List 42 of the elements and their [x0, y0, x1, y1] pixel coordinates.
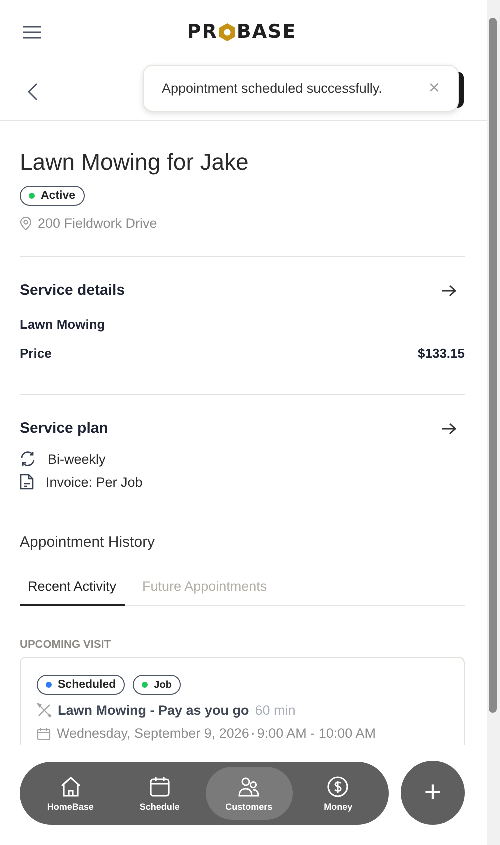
address-text: 200 Fieldwork Drive	[38, 216, 158, 231]
tag-label: Job	[154, 680, 172, 690]
document-icon	[20, 474, 34, 490]
service-title: Lawn Mowing - Pay as you go	[58, 703, 250, 718]
toast-message: Appointment scheduled successfully.	[162, 81, 382, 96]
duration-text: 60 min	[255, 703, 296, 718]
nav-item[interactable]: Schedule	[116, 767, 204, 820]
section-heading: Service details	[20, 282, 126, 299]
price-label: Price	[20, 346, 52, 361]
job-title: Lawn Mowing for Jake	[20, 149, 250, 176]
logo-text: BASE	[236, 21, 297, 43]
nut-icon	[218, 22, 236, 42]
add-button[interactable]: +	[401, 761, 465, 825]
time-text: 9:00 AM - 10:00 AM	[257, 726, 376, 741]
nav-item[interactable]: HomeBase	[27, 767, 114, 820]
plan-text: Invoice: Per Job	[46, 474, 143, 490]
date-text: Wednesday, September 9, 2026	[57, 726, 250, 741]
section-heading: Service plan	[20, 420, 108, 437]
section-label: UPCOMING VISIT	[20, 639, 112, 651]
section-heading: Appointment History	[20, 534, 156, 551]
menu-icon[interactable]	[23, 26, 41, 39]
dollar-icon	[327, 776, 350, 798]
calendar-icon	[148, 776, 171, 798]
plan-text: Bi-weekly	[48, 452, 106, 466]
tag-label: Scheduled	[58, 679, 116, 691]
separator-dot	[252, 732, 254, 734]
repeat-icon	[20, 451, 36, 467]
status-label: Active	[41, 190, 76, 202]
nav-item[interactable]: Customers	[206, 767, 293, 820]
tab[interactable]: Recent Activity	[20, 579, 125, 606]
arrow-right-icon[interactable]	[441, 422, 457, 434]
service-name: Lawn Mowing	[20, 317, 106, 332]
calendar-icon	[37, 726, 51, 740]
visit-card[interactable]: Scheduled Job Lawn Mowing - Pay as you go 60 min Wednesday, September 9, 2026 9:00 AM - 10:00 AM	[20, 657, 465, 745]
price-value: $133.15	[418, 346, 465, 361]
logo-text: PR	[187, 21, 218, 43]
nav-item[interactable]: Money	[294, 767, 382, 820]
home-icon	[60, 776, 82, 798]
people-icon	[238, 776, 260, 798]
back-icon[interactable]	[28, 83, 38, 101]
arrow-right-icon[interactable]	[441, 284, 457, 296]
location-pin-icon	[20, 216, 32, 230]
